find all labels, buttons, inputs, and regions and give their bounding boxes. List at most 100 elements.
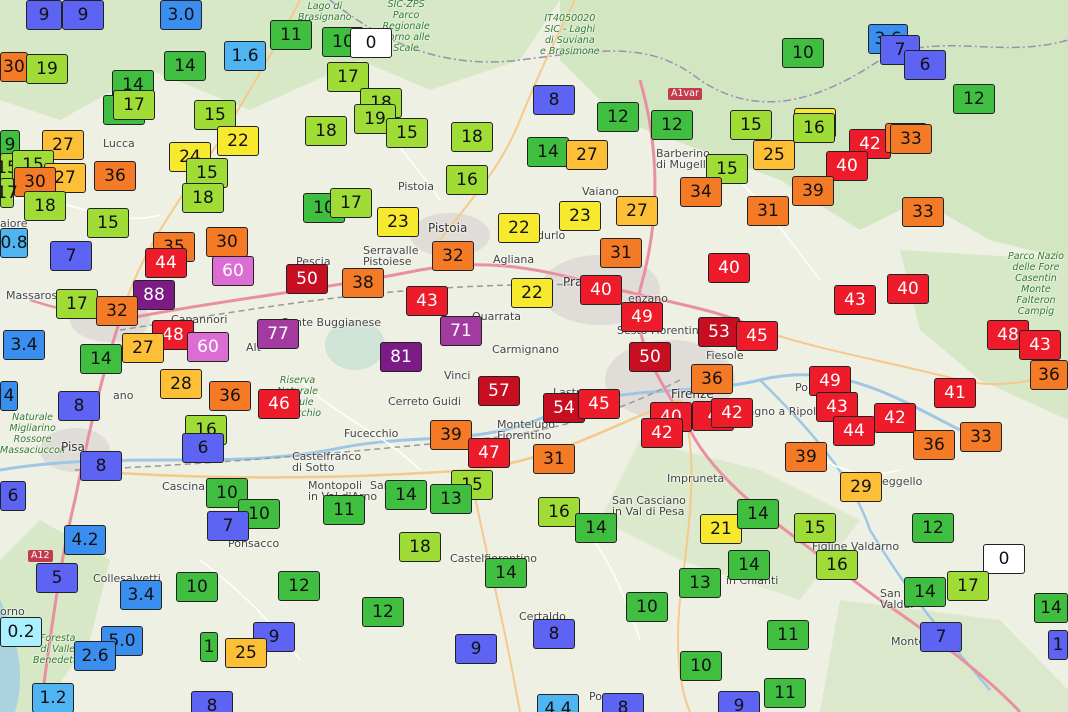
value-marker[interactable]: 16: [793, 113, 835, 143]
value-marker[interactable]: 4.4: [537, 694, 579, 712]
value-marker[interactable]: 44: [145, 248, 187, 278]
value-marker[interactable]: 39: [785, 442, 827, 472]
value-marker[interactable]: 6: [904, 50, 946, 80]
value-marker[interactable]: 18: [399, 532, 441, 562]
value-marker[interactable]: 30: [206, 227, 248, 257]
value-marker[interactable]: 12: [651, 110, 693, 140]
value-marker[interactable]: 8: [533, 85, 575, 115]
value-marker[interactable]: 14: [527, 137, 569, 167]
value-marker[interactable]: 17: [947, 571, 989, 601]
value-marker[interactable]: 18: [182, 183, 224, 213]
value-marker[interactable]: 17: [56, 289, 98, 319]
value-marker[interactable]: 32: [432, 241, 474, 271]
value-marker[interactable]: 7: [50, 241, 92, 271]
value-marker[interactable]: 7: [207, 511, 249, 541]
value-marker[interactable]: 11: [270, 20, 312, 50]
value-marker[interactable]: 22: [498, 213, 540, 243]
value-marker[interactable]: 8: [533, 619, 575, 649]
value-marker[interactable]: 10: [782, 38, 824, 68]
value-marker[interactable]: 29: [840, 472, 882, 502]
value-marker[interactable]: 10: [176, 572, 218, 602]
value-marker[interactable]: 8: [602, 693, 644, 712]
value-marker[interactable]: 40: [708, 253, 750, 283]
value-marker[interactable]: 14: [385, 480, 427, 510]
value-marker[interactable]: 16: [816, 550, 858, 580]
value-marker[interactable]: 57: [478, 376, 520, 406]
value-marker[interactable]: 14: [737, 499, 779, 529]
value-marker[interactable]: 1.6: [224, 41, 266, 71]
value-marker[interactable]: 18: [305, 116, 347, 146]
value-marker[interactable]: 17: [113, 90, 155, 120]
value-marker[interactable]: 27: [616, 196, 658, 226]
value-marker[interactable]: 22: [217, 126, 259, 156]
value-marker[interactable]: 0.8: [0, 228, 28, 258]
value-marker[interactable]: 11: [323, 495, 365, 525]
value-marker[interactable]: 12: [597, 102, 639, 132]
value-marker[interactable]: 32: [96, 296, 138, 326]
value-marker[interactable]: 1: [200, 632, 218, 662]
value-marker[interactable]: 42: [641, 418, 683, 448]
value-marker[interactable]: 36: [209, 381, 251, 411]
value-marker[interactable]: 4.2: [64, 525, 106, 555]
value-marker[interactable]: 33: [960, 422, 1002, 452]
value-marker[interactable]: 9: [455, 634, 497, 664]
value-marker[interactable]: 1.2: [32, 683, 74, 712]
value-marker[interactable]: 23: [559, 201, 601, 231]
value-marker[interactable]: 15: [87, 208, 129, 238]
value-marker[interactable]: 42: [874, 403, 916, 433]
value-marker[interactable]: 17: [330, 188, 372, 218]
value-marker[interactable]: 47: [468, 438, 510, 468]
value-marker[interactable]: 53: [698, 317, 740, 347]
value-marker[interactable]: 60: [187, 332, 229, 362]
value-marker[interactable]: 28: [160, 369, 202, 399]
value-marker[interactable]: 71: [440, 316, 482, 346]
value-marker[interactable]: 77: [257, 319, 299, 349]
value-marker[interactable]: 14: [164, 51, 206, 81]
value-marker[interactable]: 9: [62, 0, 104, 30]
value-marker[interactable]: 14: [80, 344, 122, 374]
value-marker[interactable]: 40: [580, 275, 622, 305]
value-marker[interactable]: 1: [1048, 630, 1068, 660]
value-marker[interactable]: 39: [430, 420, 472, 450]
value-marker[interactable]: 4: [0, 381, 18, 411]
value-marker[interactable]: 9: [26, 0, 62, 30]
value-marker[interactable]: 12: [953, 84, 995, 114]
value-marker[interactable]: 13: [679, 568, 721, 598]
value-marker[interactable]: 11: [767, 620, 809, 650]
value-marker[interactable]: 36: [94, 161, 136, 191]
value-marker[interactable]: 46: [258, 389, 300, 419]
value-marker[interactable]: 31: [747, 196, 789, 226]
value-marker[interactable]: 3.4: [120, 580, 162, 610]
value-marker[interactable]: 49: [621, 302, 663, 332]
value-marker[interactable]: 43: [834, 285, 876, 315]
value-marker[interactable]: 45: [736, 321, 778, 351]
value-marker[interactable]: 14: [904, 577, 946, 607]
value-marker[interactable]: 6: [182, 433, 224, 463]
value-marker[interactable]: 8: [191, 691, 233, 712]
value-marker[interactable]: 23: [377, 207, 419, 237]
value-marker[interactable]: 13: [430, 484, 472, 514]
value-marker[interactable]: 8: [80, 451, 122, 481]
value-marker[interactable]: 0.2: [0, 617, 42, 647]
value-marker[interactable]: 15: [730, 110, 772, 140]
value-marker[interactable]: 41: [934, 378, 976, 408]
value-marker[interactable]: 18: [24, 191, 66, 221]
value-marker[interactable]: 45: [578, 389, 620, 419]
value-marker[interactable]: 10: [680, 651, 722, 681]
value-marker[interactable]: 33: [890, 124, 932, 154]
value-marker[interactable]: 2.6: [74, 641, 116, 671]
value-marker[interactable]: 18: [451, 122, 493, 152]
value-marker[interactable]: 15: [386, 118, 428, 148]
map-canvas[interactable]: Lago di Brasignano SIC-ZPS Parco Regional…: [0, 0, 1068, 712]
value-marker[interactable]: 43: [406, 286, 448, 316]
value-marker[interactable]: 42: [711, 398, 753, 428]
value-marker[interactable]: 44: [833, 416, 875, 446]
value-marker[interactable]: 81: [380, 342, 422, 372]
value-marker[interactable]: 31: [600, 238, 642, 268]
value-marker[interactable]: 3.4: [3, 330, 45, 360]
value-marker[interactable]: 33: [902, 197, 944, 227]
value-marker[interactable]: 27: [122, 333, 164, 363]
value-marker[interactable]: 6: [0, 481, 26, 511]
value-marker[interactable]: 5: [36, 563, 78, 593]
value-marker[interactable]: 88: [133, 280, 175, 310]
